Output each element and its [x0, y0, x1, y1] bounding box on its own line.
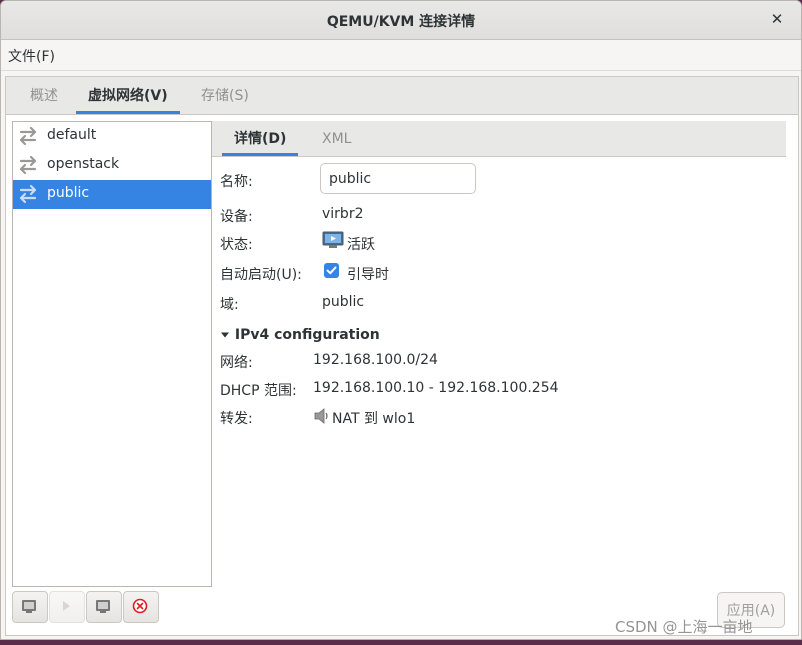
autostart-checkbox[interactable]	[324, 263, 339, 278]
start-network-button[interactable]	[49, 591, 85, 623]
network-list-item[interactable]: openstack	[13, 151, 211, 180]
monitor-icon	[322, 231, 344, 248]
state-label: 状态:	[220, 237, 253, 253]
tab-overview[interactable]: 概述	[18, 77, 70, 114]
start-icon	[63, 601, 70, 611]
ipv4-header: IPv4 configuration	[234, 327, 380, 343]
stop-network-button[interactable]	[86, 591, 122, 623]
menu-file[interactable]: 文件(F)	[8, 46, 55, 66]
name-field[interactable]	[320, 163, 476, 194]
autostart-value: 引导时	[347, 267, 389, 283]
main-notebook: 概述 虚拟网络(V) 存储(S) default openstack publi…	[5, 76, 799, 636]
delete-icon	[132, 598, 148, 614]
tab-storage[interactable]: 存储(S)	[189, 77, 261, 114]
forward-value: NAT 到 wlo1	[332, 411, 416, 427]
network-label: openstack	[47, 156, 120, 172]
network-details-panel: 详情(D) XML 名称: 设备: virbr2 状态: 活跃 自动启动(U):	[212, 121, 792, 591]
watermark-text: CSDN @上海一亩地	[615, 618, 753, 636]
dhcp-range-label: DHCP 范围:	[220, 383, 297, 399]
titlebar[interactable]: QEMU/KVM 连接详情 ✕	[1, 1, 801, 40]
close-button[interactable]: ✕	[767, 9, 787, 29]
window-title: QEMU/KVM 连接详情	[326, 14, 476, 30]
network-label: default	[47, 127, 97, 143]
menubar: 文件(F)	[1, 40, 801, 71]
network-list[interactable]: default openstack public	[12, 121, 212, 587]
device-label: 设备:	[220, 209, 253, 225]
network-arrows-icon	[19, 155, 37, 175]
ipv4-network-value: 192.168.100.0/24	[313, 352, 438, 368]
tab-virtual-networks[interactable]: 虚拟网络(V)	[76, 77, 180, 114]
state-value: 活跃	[347, 237, 375, 253]
add-network-icon	[22, 600, 36, 613]
domain-label: 域:	[220, 297, 239, 313]
triangle-down-icon	[221, 332, 229, 338]
forward-label: 转发:	[220, 411, 253, 427]
dhcp-range-value: 192.168.100.10 - 192.168.100.254	[313, 380, 559, 396]
autostart-label: 自动启动(U):	[220, 267, 302, 283]
add-network-button[interactable]	[12, 591, 48, 623]
delete-network-button[interactable]	[123, 591, 159, 623]
network-list-item-selected[interactable]: public	[13, 180, 211, 209]
tabs-header: 概述 虚拟网络(V) 存储(S)	[6, 77, 798, 115]
domain-value: public	[322, 294, 365, 310]
network-list-item[interactable]: default	[13, 122, 211, 151]
network-arrows-icon	[19, 126, 37, 146]
stop-icon	[96, 600, 110, 613]
device-value: virbr2	[322, 206, 364, 222]
name-label: 名称:	[220, 174, 253, 190]
tab-xml[interactable]: XML	[310, 121, 363, 156]
checkmark-icon	[326, 266, 337, 275]
detail-subtabs: 详情(D) XML	[212, 121, 786, 157]
network-arrows-icon	[19, 184, 37, 204]
speaker-icon	[314, 408, 328, 424]
ipv4-expander[interactable]: IPv4 configuration	[220, 327, 380, 343]
connection-details-window: QEMU/KVM 连接详情 ✕ 文件(F) 概述 虚拟网络(V) 存储(S) d…	[0, 0, 802, 640]
tab-details[interactable]: 详情(D)	[222, 121, 299, 156]
network-label: public	[47, 185, 90, 201]
ipv4-network-label: 网络:	[220, 355, 253, 371]
